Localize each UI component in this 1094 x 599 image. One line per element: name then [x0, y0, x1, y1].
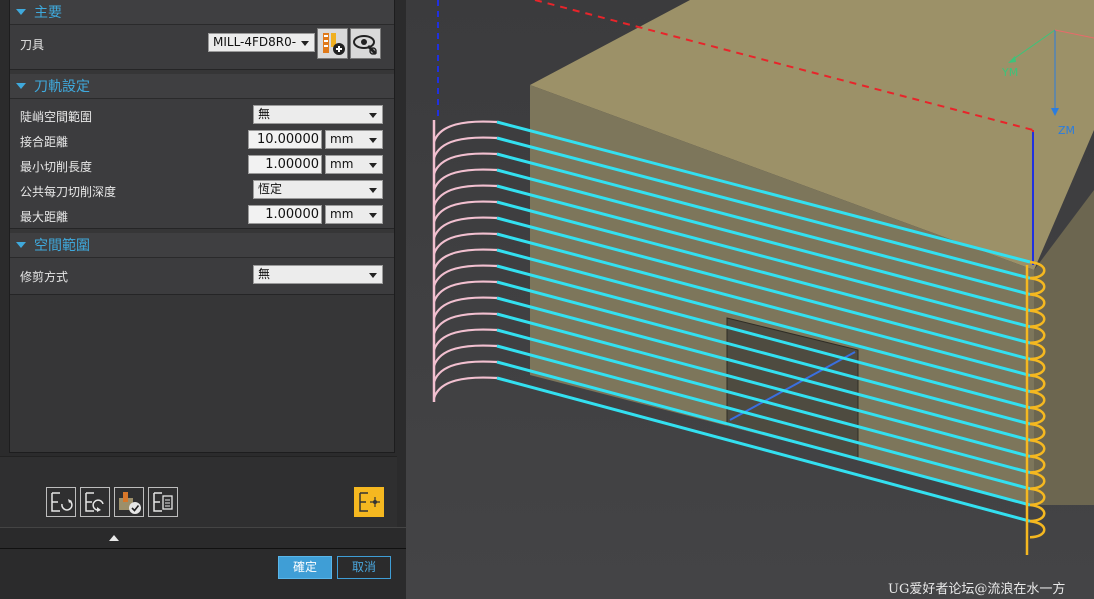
depth-per-cut-label: 公共每刀切削深度: [20, 185, 117, 199]
min-cut-length-unit: mm: [330, 157, 354, 171]
replay-button[interactable]: [80, 487, 110, 517]
row-max-distance: 最大距離 1.00000 mm: [10, 203, 394, 228]
min-cut-length-input[interactable]: 1.00000: [248, 155, 322, 174]
steep-range-value: 無: [258, 107, 271, 121]
max-distance-unit-select[interactable]: mm: [325, 205, 383, 224]
ym-axis-label: YM: [1002, 66, 1019, 79]
list-icon: [153, 492, 173, 512]
merge-distance-input[interactable]: 10.00000: [248, 130, 322, 149]
chevron-down-icon: [369, 113, 377, 118]
merge-distance-unit-select[interactable]: mm: [325, 130, 383, 149]
edit-tool-button[interactable]: [350, 28, 381, 59]
trim-method-select[interactable]: 無: [253, 265, 383, 284]
depth-per-cut-value: 恆定: [258, 182, 283, 196]
trim-method-value: 無: [258, 267, 271, 281]
list-button[interactable]: [148, 487, 178, 517]
section-toolpath-header[interactable]: 刀軌設定: [10, 74, 394, 99]
action-toolbar: [0, 456, 397, 527]
settings-panel: 主要 刀具 MILL-4FD8R0- 刀軌設定 陡峭空間範圍 無 接合距離 10…: [9, 0, 395, 453]
min-cut-length-unit-select[interactable]: mm: [325, 155, 383, 174]
display-options-button[interactable]: [354, 487, 384, 517]
section-toolpath-body: 陡峭空間範圍 無 接合距離 10.00000 mm 最小切削長度 1.00000…: [10, 99, 394, 229]
row-depth-per-cut: 公共每刀切削深度 恆定: [10, 178, 394, 203]
chevron-down-icon: [301, 41, 309, 46]
chevron-down-icon: [369, 213, 377, 218]
tool-select-value: MILL-4FD8R0-: [213, 35, 297, 49]
section-range-header[interactable]: 空間範圍: [10, 233, 394, 258]
generate-icon: [51, 492, 73, 512]
collapse-triangle-icon: [16, 83, 26, 89]
section-range-body: 修剪方式 無: [10, 258, 394, 295]
replay-icon: [85, 492, 104, 512]
tool-select[interactable]: MILL-4FD8R0-: [208, 33, 315, 52]
operation-dialog: 主要 刀具 MILL-4FD8R0- 刀軌設定 陡峭空間範圍 無 接合距離 10…: [0, 0, 406, 599]
section-range-title: 空間範圍: [34, 238, 90, 254]
collapse-triangle-icon: [16, 242, 26, 248]
expand-up-icon: [109, 535, 119, 541]
section-main-title: 主要: [34, 5, 62, 21]
tool-label: 刀具: [20, 38, 45, 52]
max-distance-label: 最大距離: [20, 210, 69, 224]
zm-axis-label: ZM: [1058, 124, 1076, 137]
depth-per-cut-select[interactable]: 恆定: [253, 180, 383, 199]
generate-button[interactable]: [46, 487, 76, 517]
expand-strip[interactable]: [0, 527, 406, 549]
section-toolpath-title: 刀軌設定: [34, 79, 90, 95]
chevron-down-icon: [369, 273, 377, 278]
chevron-down-icon: [369, 138, 377, 143]
watermark-text: UG爱好者论坛@流浪在水一方: [888, 582, 1066, 597]
chevron-down-icon: [369, 163, 377, 168]
min-cut-length-label: 最小切削長度: [20, 160, 93, 174]
verify-button[interactable]: [114, 487, 144, 517]
steep-range-select[interactable]: 無: [253, 105, 383, 124]
row-merge-distance: 接合距離 10.00000 mm: [10, 128, 394, 153]
trim-method-label: 修剪方式: [20, 270, 69, 284]
max-distance-input[interactable]: 1.00000: [248, 205, 322, 224]
ok-button[interactable]: 確定: [278, 556, 332, 579]
merge-distance-label: 接合距離: [20, 135, 69, 149]
chevron-down-icon: [369, 188, 377, 193]
display-tool-icon: [353, 35, 378, 56]
new-tool-button[interactable]: [317, 28, 348, 59]
display-options-icon: [359, 492, 380, 512]
section-main-header[interactable]: 主要: [10, 0, 394, 25]
section-main-body: 刀具 MILL-4FD8R0-: [10, 25, 394, 70]
row-min-cut-length: 最小切削長度 1.00000 mm: [10, 153, 394, 178]
verify-icon: [119, 492, 141, 514]
new-tool-icon: [323, 33, 345, 55]
steep-range-label: 陡峭空間範圍: [20, 110, 93, 124]
merge-distance-unit: mm: [330, 132, 354, 146]
max-distance-unit: mm: [330, 207, 354, 221]
row-steep-range: 陡峭空間範圍 無: [10, 103, 394, 128]
collapse-triangle-icon: [16, 9, 26, 15]
cancel-button[interactable]: 取消: [337, 556, 391, 579]
